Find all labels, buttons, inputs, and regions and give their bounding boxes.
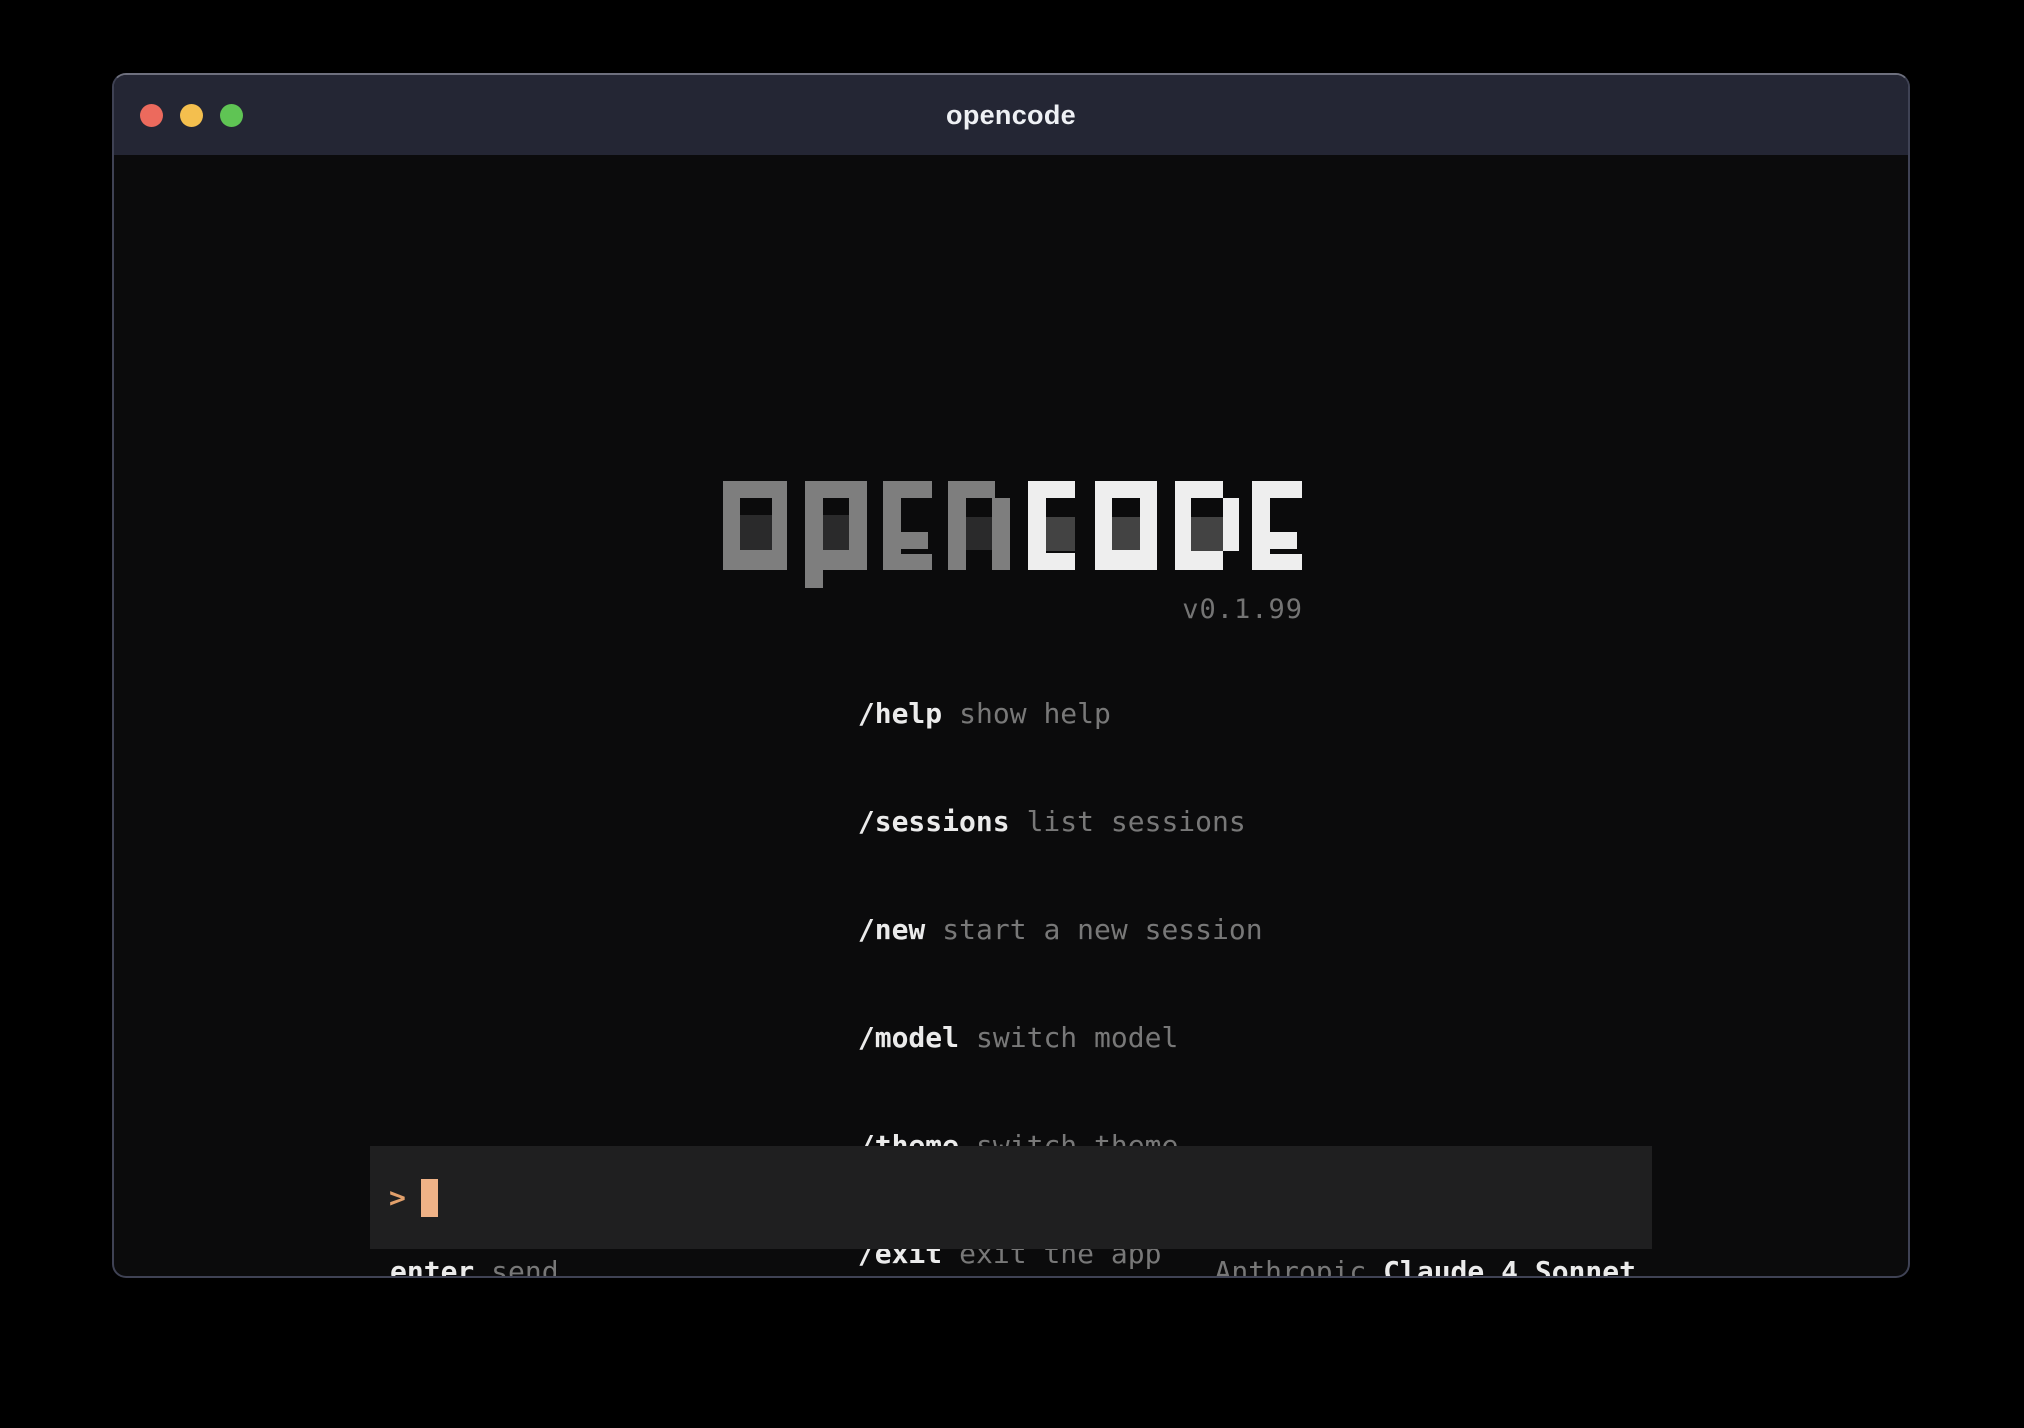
window-title: opencode: [946, 100, 1076, 131]
model-provider: Anthropic: [1215, 1255, 1367, 1279]
command-name: /model: [858, 1021, 959, 1054]
send-hint: enter send: [390, 1255, 559, 1279]
opencode-logo: [723, 480, 1303, 590]
command-description: show help: [959, 697, 1111, 730]
command-item[interactable]: /model switch model: [723, 984, 1263, 1092]
prompt-arrow-icon: >: [389, 1181, 406, 1214]
app-window: opencode: [112, 73, 1910, 1278]
command-item[interactable]: /sessions list sessions: [723, 768, 1263, 876]
command-description: switch model: [976, 1021, 1178, 1054]
command-item[interactable]: /help show help: [723, 660, 1263, 768]
minimize-button[interactable]: [180, 104, 203, 127]
command-name: /help: [858, 697, 942, 730]
message-input[interactable]: >: [370, 1146, 1652, 1249]
status-bar: enter send Anthropic Claude 4 Sonnet: [370, 1253, 1652, 1278]
send-action-label: send: [491, 1255, 558, 1279]
command-name: /sessions: [858, 805, 1010, 838]
enter-key-label: enter: [390, 1255, 474, 1279]
window-titlebar[interactable]: opencode: [114, 75, 1908, 155]
command-item[interactable]: /new start a new session: [723, 876, 1263, 984]
close-button[interactable]: [140, 104, 163, 127]
zoom-button[interactable]: [220, 104, 243, 127]
command-description: start a new session: [942, 913, 1262, 946]
command-name: /new: [858, 913, 925, 946]
terminal-content: v0.1.99 /help show help /sessions list ses…: [114, 155, 1908, 1278]
version-label: v0.1.99: [723, 594, 1303, 625]
model-indicator[interactable]: Anthropic Claude 4 Sonnet: [1215, 1255, 1636, 1279]
text-cursor: [421, 1179, 438, 1217]
command-description: list sessions: [1027, 805, 1246, 838]
traffic-lights: [140, 75, 243, 155]
logo-block: v0.1.99: [723, 480, 1303, 625]
model-name: Claude 4 Sonnet: [1383, 1255, 1636, 1279]
